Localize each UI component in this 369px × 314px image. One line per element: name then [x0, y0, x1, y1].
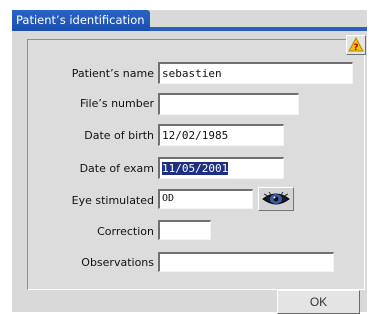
eye-select-button[interactable] — [258, 187, 294, 211]
date-of-exam-value: 11/05/2001 — [162, 162, 229, 175]
help-button[interactable]: ? — [346, 35, 366, 55]
eye-icon — [262, 191, 290, 205]
date-of-exam-label: Date of exam — [79, 162, 154, 175]
correction-input[interactable] — [158, 220, 211, 240]
date-of-birth-value: 12/02/1985 — [162, 129, 229, 142]
eye-stimulated-value: OD — [162, 193, 175, 204]
ok-button[interactable]: OK — [277, 290, 360, 314]
date-of-exam-input[interactable]: 11/05/2001 — [158, 157, 284, 179]
window-title: Patient’s identification — [16, 13, 145, 27]
patient-name-value: sebastien — [162, 67, 222, 80]
observations-input[interactable] — [158, 252, 334, 272]
file-number-label: File’s number — [79, 97, 154, 110]
date-of-birth-label: Date of birth — [84, 129, 154, 142]
title-bar-strip — [150, 27, 367, 31]
svg-text:?: ? — [353, 43, 358, 53]
eye-stimulated-input[interactable]: OD — [158, 189, 253, 209]
patient-name-label: Patient’s name — [71, 67, 154, 80]
correction-label: Correction — [97, 225, 154, 238]
observations-label: Observations — [81, 256, 154, 269]
file-number-input[interactable] — [158, 93, 299, 115]
help-icon: ? — [348, 37, 364, 53]
eye-stimulated-label: Eye stimulated — [71, 194, 154, 207]
title-bar[interactable]: Patient’s identification — [12, 10, 150, 31]
date-of-birth-input[interactable]: 12/02/1985 — [158, 124, 284, 146]
patient-name-input[interactable]: sebastien — [158, 62, 353, 84]
